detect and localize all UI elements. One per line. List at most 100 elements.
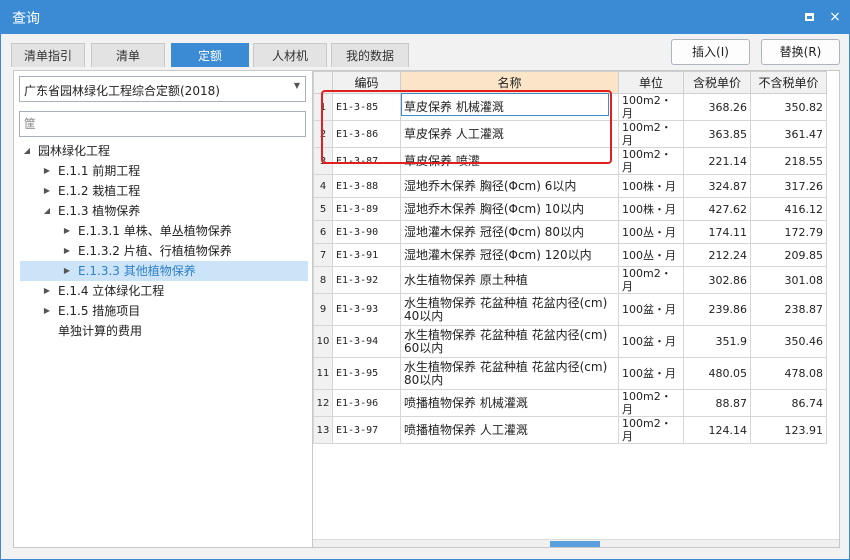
search-input[interactable] <box>19 111 306 137</box>
cell-unit[interactable]: 100盆・月 <box>618 325 684 358</box>
cell-price-tax[interactable]: 363.85 <box>683 120 751 148</box>
cell-price-tax[interactable]: 174.11 <box>683 220 751 244</box>
cell-unit[interactable]: 100丛・月 <box>618 243 684 267</box>
cell-name[interactable]: 湿地灌木保养 冠径(Φcm) 80以内 <box>400 220 619 244</box>
cell-price-notax[interactable]: 350.82 <box>750 93 827 121</box>
cell-name[interactable]: 喷播植物保养 机械灌溉 <box>400 389 619 417</box>
cell-unit[interactable]: 100盆・月 <box>618 357 684 390</box>
tab-my-data[interactable]: 我的数据 <box>331 43 409 67</box>
cell-price-notax[interactable]: 172.79 <box>750 220 827 244</box>
cell-code[interactable]: E1-3-91 <box>332 243 401 267</box>
tree-collapsed-icon[interactable]: ▶ <box>42 181 52 201</box>
tree-collapsed-icon[interactable]: ▶ <box>42 161 52 181</box>
cell-code[interactable]: E1-3-93 <box>332 293 401 326</box>
cell-price-tax[interactable]: 124.14 <box>683 416 751 444</box>
cell-price-notax[interactable]: 350.46 <box>750 325 827 358</box>
quota-library-select[interactable]: 广东省园林绿化工程综合定额(2018) ▼ <box>19 76 306 102</box>
table-row[interactable]: 7 E1-3-91 湿地灌木保养 冠径(Φcm) 120以内 100丛・月 21… <box>313 243 827 267</box>
tree-expanded-icon[interactable]: ◢ <box>42 201 52 221</box>
cell-price-tax[interactable]: 351.9 <box>683 325 751 358</box>
table-row[interactable]: 9 E1-3-93 水生植物保养 花盆种植 花盆内径(cm) 40以内 100盆… <box>313 293 827 326</box>
cell-code[interactable]: E1-3-94 <box>332 325 401 358</box>
cell-price-notax[interactable]: 301.08 <box>750 266 827 294</box>
tree-item-e113[interactable]: ◢ E.1.3 植物保养 <box>20 201 308 221</box>
cell-unit[interactable]: 100m2・月 <box>618 416 684 444</box>
tree-item-e1133[interactable]: ▶ E.1.3.3 其他植物保养 <box>20 261 308 281</box>
cell-code[interactable]: E1-3-92 <box>332 266 401 294</box>
column-header-unit[interactable]: 单位 <box>618 71 684 94</box>
cell-name[interactable]: 喷播植物保养 人工灌溉 <box>400 416 619 444</box>
tab-bill[interactable]: 清单 <box>91 43 165 67</box>
tree-item-separate-fees[interactable]: 单独计算的费用 <box>20 321 308 341</box>
cell-unit[interactable]: 100株・月 <box>618 174 684 198</box>
cell-price-notax[interactable]: 361.47 <box>750 120 827 148</box>
cell-name[interactable]: 草皮保养 人工灌溉 <box>400 120 619 148</box>
cell-code[interactable]: E1-3-87 <box>332 147 401 175</box>
cell-unit[interactable]: 100m2・月 <box>618 120 684 148</box>
column-header-name[interactable]: 名称 <box>400 71 619 94</box>
tree-item-e112[interactable]: ▶ E.1.2 栽植工程 <box>20 181 308 201</box>
tree-item-landscape[interactable]: ◢ 园林绿化工程 <box>20 141 308 161</box>
tree-expanded-icon[interactable]: ◢ <box>22 141 32 161</box>
tree-item-e114[interactable]: ▶ E.1.4 立体绿化工程 <box>20 281 308 301</box>
tree-item-e111[interactable]: ▶ E.1.1 前期工程 <box>20 161 308 181</box>
cell-price-notax[interactable]: 317.26 <box>750 174 827 198</box>
cell-code[interactable]: E1-3-97 <box>332 416 401 444</box>
table-row[interactable]: 13 E1-3-97 喷播植物保养 人工灌溉 100m2・月 124.14 12… <box>313 416 827 444</box>
table-row[interactable]: 11 E1-3-95 水生植物保养 花盆种植 花盆内径(cm) 80以内 100… <box>313 357 827 390</box>
tree-item-e1131[interactable]: ▶ E.1.3.1 单株、单丛植物保养 <box>20 221 308 241</box>
cell-code[interactable]: E1-3-96 <box>332 389 401 417</box>
cell-unit[interactable]: 100m2・月 <box>618 147 684 175</box>
column-header-code[interactable]: 编码 <box>332 71 401 94</box>
scrollbar-thumb[interactable] <box>550 541 600 547</box>
table-row[interactable]: 3 E1-3-87 草皮保养 喷灌 100m2・月 221.14 218.55 <box>313 147 827 175</box>
cell-price-notax[interactable]: 209.85 <box>750 243 827 267</box>
tree-collapsed-icon[interactable]: ▶ <box>62 261 72 281</box>
tree-collapsed-icon[interactable]: ▶ <box>42 281 52 301</box>
cell-name[interactable]: 水生植物保养 花盆种植 花盆内径(cm) 60以内 <box>400 325 619 358</box>
cell-name[interactable]: 草皮保养 喷灌 <box>400 147 619 175</box>
table-row[interactable]: 5 E1-3-89 湿地乔木保养 胸径(Φcm) 10以内 100株・月 427… <box>313 197 827 221</box>
cell-price-tax[interactable]: 324.87 <box>683 174 751 198</box>
cell-code[interactable]: E1-3-95 <box>332 357 401 390</box>
insert-button[interactable]: 插入(I) <box>671 39 750 65</box>
tab-quota[interactable]: 定额 <box>171 43 249 67</box>
table-row[interactable]: 8 E1-3-92 水生植物保养 原土种植 100m2・月 302.86 301… <box>313 266 827 294</box>
column-header-price-tax[interactable]: 含税单价 <box>683 71 751 94</box>
close-icon[interactable]: × <box>826 8 844 26</box>
tree-collapsed-icon[interactable]: ▶ <box>62 221 72 241</box>
cell-price-tax[interactable]: 88.87 <box>683 389 751 417</box>
tree-collapsed-icon[interactable]: ▶ <box>42 301 52 321</box>
table-row[interactable]: 2 E1-3-86 草皮保养 人工灌溉 100m2・月 363.85 361.4… <box>313 120 827 148</box>
table-row[interactable]: 6 E1-3-90 湿地灌木保养 冠径(Φcm) 80以内 100丛・月 174… <box>313 220 827 244</box>
cell-price-tax[interactable]: 427.62 <box>683 197 751 221</box>
cell-name[interactable]: 湿地灌木保养 冠径(Φcm) 120以内 <box>400 243 619 267</box>
cell-code[interactable]: E1-3-89 <box>332 197 401 221</box>
cell-name[interactable]: 草皮保养 机械灌溉 <box>400 93 619 121</box>
cell-name[interactable]: 水生植物保养 花盆种植 花盆内径(cm) 40以内 <box>400 293 619 326</box>
cell-price-tax[interactable]: 212.24 <box>683 243 751 267</box>
cell-price-notax[interactable]: 218.55 <box>750 147 827 175</box>
cell-price-tax[interactable]: 368.26 <box>683 93 751 121</box>
cell-code[interactable]: E1-3-85 <box>332 93 401 121</box>
cell-price-notax[interactable]: 478.08 <box>750 357 827 390</box>
tab-labor-material-machine[interactable]: 人材机 <box>253 43 327 67</box>
cell-unit[interactable]: 100丛・月 <box>618 220 684 244</box>
cell-price-notax[interactable]: 86.74 <box>750 389 827 417</box>
cell-code[interactable]: E1-3-86 <box>332 120 401 148</box>
cell-code[interactable]: E1-3-88 <box>332 174 401 198</box>
tree-collapsed-icon[interactable]: ▶ <box>62 241 72 261</box>
cell-price-notax[interactable]: 238.87 <box>750 293 827 326</box>
cell-name[interactable]: 水生植物保养 花盆种植 花盆内径(cm) 80以内 <box>400 357 619 390</box>
tree-item-e115[interactable]: ▶ E.1.5 措施项目 <box>20 301 308 321</box>
cell-unit[interactable]: 100株・月 <box>618 197 684 221</box>
cell-price-tax[interactable]: 221.14 <box>683 147 751 175</box>
column-header-price-notax[interactable]: 不含税单价 <box>750 71 827 94</box>
cell-unit[interactable]: 100盆・月 <box>618 293 684 326</box>
cell-name[interactable]: 湿地乔木保养 胸径(Φcm) 6以内 <box>400 174 619 198</box>
cell-price-notax[interactable]: 123.91 <box>750 416 827 444</box>
replace-button[interactable]: 替换(R) <box>761 39 840 65</box>
table-row[interactable]: 10 E1-3-94 水生植物保养 花盆种植 花盆内径(cm) 60以内 100… <box>313 325 827 358</box>
cell-unit[interactable]: 100m2・月 <box>618 266 684 294</box>
maximize-icon[interactable] <box>800 8 818 26</box>
